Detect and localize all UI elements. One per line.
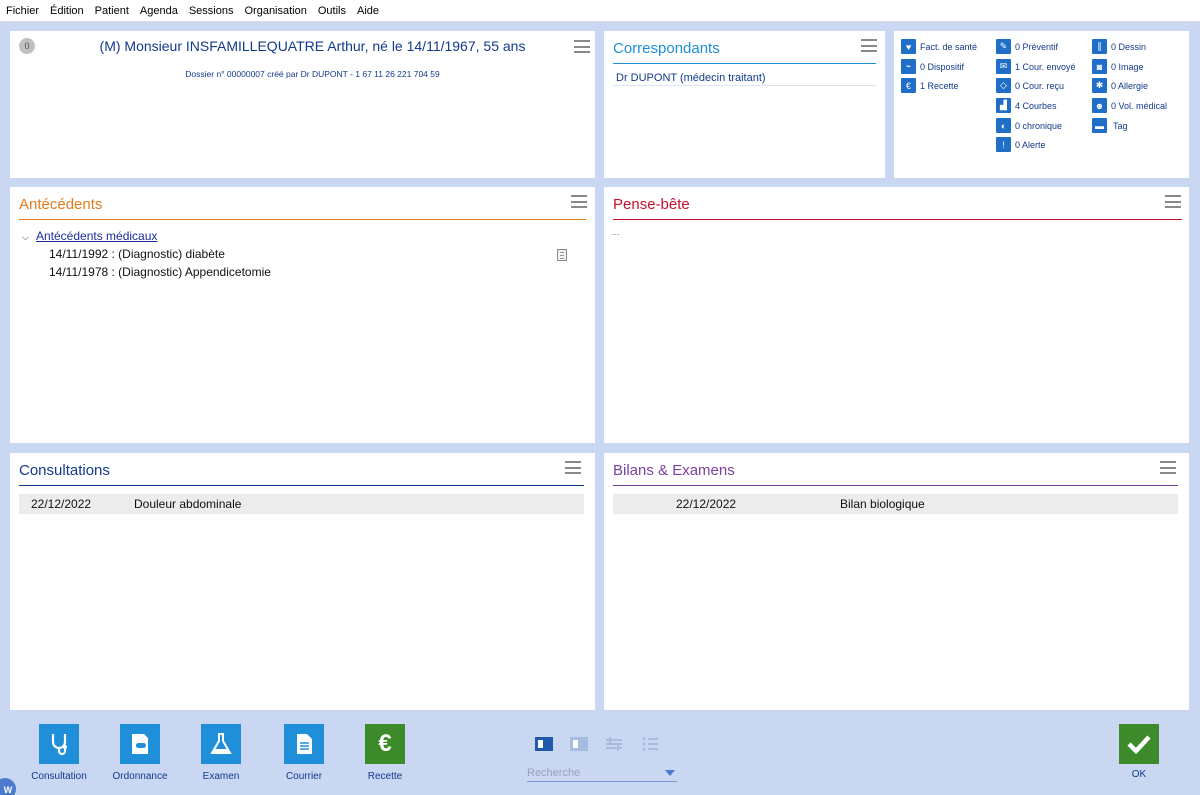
patient-menu-icon[interactable]: [574, 40, 590, 53]
consultation-date: 22/12/2022: [31, 497, 92, 511]
euro-icon: €: [365, 724, 405, 764]
summary-cour-recu[interactable]: ◇ 0 Cour. reçu: [996, 78, 1064, 93]
chevron-down-icon[interactable]: ⌵: [22, 232, 29, 243]
menu-bar: Fichier Édition Patient Agenda Sessions …: [0, 0, 1200, 22]
camera-icon: ◙: [1092, 59, 1107, 74]
summary-alerte[interactable]: ! 0 Alerte: [996, 137, 1046, 152]
ok-label: OK: [1131, 769, 1147, 780]
menu-sessions[interactable]: Sessions: [189, 5, 234, 17]
pense-bete-panel: Pense-bête ...: [604, 187, 1189, 443]
summary-image[interactable]: ◙ 0 Image: [1092, 59, 1144, 74]
stethoscope-icon: [39, 724, 79, 764]
syringe-icon: ⌁: [901, 59, 916, 74]
menu-outils[interactable]: Outils: [318, 5, 346, 17]
table-row[interactable]: 22/12/2022 Bilan biologique: [613, 494, 1178, 514]
chart-icon: ▟: [996, 98, 1011, 113]
pense-bete-title: Pense-bête: [613, 196, 690, 213]
antecedents-rule: [19, 219, 586, 220]
bilan-label: Bilan biologique: [840, 497, 925, 511]
menu-organisation[interactable]: Organisation: [244, 5, 306, 17]
consultations-panel: Consultations 22/12/2022 Douleur abdomin…: [10, 453, 595, 710]
summary-cour-envoye[interactable]: ✉ 1 Cour. envoyé: [996, 59, 1076, 74]
antecedent-row[interactable]: 14/11/1978 : (Diagnostic) Appendicetomie: [49, 265, 271, 279]
correspondants-panel: Correspondants Dr DUPONT (médecin traita…: [604, 31, 885, 178]
antecedents-panel: Antécédents ⌵ Antécédents médicaux 14/11…: [10, 187, 595, 443]
allergy-icon: ✱: [1092, 78, 1107, 93]
summary-fact-sante[interactable]: ♥ Fact. de santé: [901, 39, 977, 54]
antecedents-title: Antécédents: [19, 196, 103, 213]
summary-dispositif[interactable]: ⌁ 0 Dispositif: [901, 59, 964, 74]
summary-vol-medical[interactable]: ☻ 0 Vol. médical: [1092, 98, 1167, 113]
recette-button[interactable]: € Recette: [355, 724, 415, 782]
document-icon[interactable]: [557, 249, 567, 261]
pill-icon: ◐: [996, 118, 1011, 133]
consultations-menu-icon[interactable]: [565, 461, 581, 474]
pense-bete-menu-icon[interactable]: [1165, 195, 1181, 208]
correspondants-rule: [613, 63, 876, 64]
euro-icon: €: [901, 78, 916, 93]
drawing-icon: ∥: [1092, 39, 1107, 54]
summary-tag[interactable]: ▬ Tag: [1092, 118, 1128, 133]
app-logo-icon[interactable]: W: [0, 778, 16, 795]
bilans-title: Bilans & Examens: [613, 462, 735, 479]
summary-dessin[interactable]: ∥ 0 Dessin: [1092, 39, 1146, 54]
consultation-label: Douleur abdominale: [134, 497, 242, 511]
menu-edition[interactable]: Édition: [50, 5, 84, 17]
pense-bete-rule: [613, 219, 1182, 220]
folder-icon: ▬: [1092, 118, 1107, 133]
envelope-icon: ✉: [996, 59, 1011, 74]
consultations-rule: [19, 485, 584, 486]
search-input[interactable]: Recherche: [527, 767, 677, 782]
consultation-button[interactable]: Consultation: [29, 724, 89, 782]
summary-recette[interactable]: €1 Recette: [901, 78, 959, 93]
flask-icon: [201, 724, 241, 764]
split-view-icon[interactable]: [569, 735, 589, 753]
single-view-icon[interactable]: [534, 735, 554, 753]
correspondants-menu-icon[interactable]: [861, 39, 877, 52]
summary-allergie[interactable]: ✱ 0 Allergie: [1092, 78, 1148, 93]
menu-fichier[interactable]: Fichier: [6, 5, 39, 17]
heart-icon: ♥: [901, 39, 916, 54]
bilan-date: 22/12/2022: [676, 497, 737, 511]
summary-chronique[interactable]: ◐ 0 chronique: [996, 118, 1062, 133]
sort-icon[interactable]: [604, 735, 624, 753]
patient-dossier-info: Dossier n° 00000007 créé par Dr DUPONT -…: [185, 69, 440, 79]
menu-aide[interactable]: Aide: [357, 5, 379, 17]
pen-icon: ✎: [996, 39, 1011, 54]
courrier-button[interactable]: Courrier: [274, 724, 334, 782]
consultations-title: Consultations: [19, 462, 110, 479]
summary-courbes[interactable]: ▟ 4 Courbes: [996, 98, 1057, 113]
prescription-icon: [120, 724, 160, 764]
robot-icon: ☻: [1092, 98, 1107, 113]
patient-panel: 0 (M) Monsieur INSFAMILLEQUATRE Arthur, …: [10, 31, 595, 178]
check-icon: [1127, 735, 1151, 755]
examen-button[interactable]: Examen: [191, 724, 251, 782]
correspondants-title: Correspondants: [613, 40, 720, 57]
antecedents-menu-icon[interactable]: [571, 195, 587, 208]
bilans-menu-icon[interactable]: [1160, 461, 1176, 474]
ordonnance-button[interactable]: Ordonnance: [110, 724, 170, 782]
antecedent-row[interactable]: 14/11/1992 : (Diagnostic) diabète: [49, 247, 225, 261]
table-row[interactable]: 22/12/2022 Douleur abdominale: [19, 494, 584, 514]
correspondant-item[interactable]: Dr DUPONT (médecin traitant): [616, 72, 766, 84]
summary-panel: ♥ Fact. de santé ⌁ 0 Dispositif €1 Recette…: [894, 31, 1189, 178]
open-envelope-icon: ◇: [996, 78, 1011, 93]
document-icon: [284, 724, 324, 764]
menu-patient[interactable]: Patient: [95, 5, 129, 17]
summary-preventif[interactable]: ✎ 0 Préventif: [996, 39, 1058, 54]
pense-bete-text[interactable]: ...: [612, 227, 620, 237]
exclamation-icon: !: [996, 137, 1011, 152]
menu-agenda[interactable]: Agenda: [140, 5, 178, 17]
bilans-rule: [613, 485, 1178, 486]
bilans-panel: Bilans & Examens 22/12/2022 Bilan biolog…: [604, 453, 1189, 710]
patient-title: (M) Monsieur INSFAMILLEQUATRE Arthur, né…: [99, 38, 526, 54]
chevron-down-icon[interactable]: [665, 770, 675, 776]
antecedents-group[interactable]: Antécédents médicaux: [36, 229, 157, 243]
list-icon[interactable]: [640, 735, 660, 753]
divider: [613, 85, 876, 86]
ok-button[interactable]: [1119, 724, 1159, 764]
